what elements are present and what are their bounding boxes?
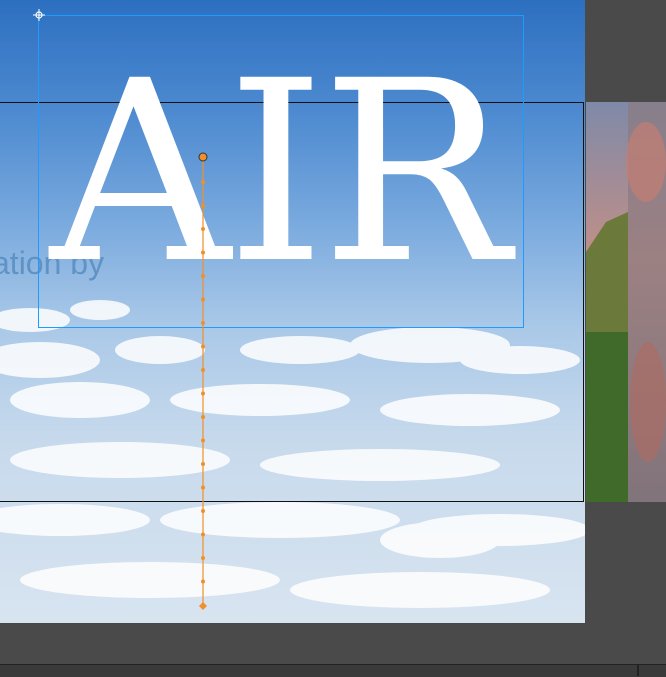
- motion-path-keyframe-dot[interactable]: [201, 438, 205, 443]
- motion-path-keyframe-dot[interactable]: [201, 321, 205, 325]
- motion-path-keyframe-dot[interactable]: [201, 391, 205, 396]
- motion-path-keyframe-dot[interactable]: [201, 415, 205, 419]
- motion-path-anchor-icon: [198, 152, 208, 162]
- motion-path-keyframe-dot[interactable]: [201, 274, 205, 278]
- motion-path-keyframe-dot[interactable]: [201, 227, 205, 231]
- motion-path-keyframe-dot[interactable]: [201, 344, 205, 349]
- adjacent-photo-strip[interactable]: [586, 102, 666, 502]
- stage-canvas[interactable]: ation by AIR: [0, 0, 585, 623]
- motion-path-end-icon: [199, 602, 207, 610]
- motion-path-keyframe-dot[interactable]: [201, 203, 205, 208]
- status-bar: [0, 664, 666, 677]
- motion-path-keyframe-dot[interactable]: [201, 579, 205, 584]
- motion-path-keyframe-dot[interactable]: [201, 509, 205, 513]
- motion-path-keyframe-dot[interactable]: [201, 368, 205, 372]
- landscape-thumbnail: [586, 102, 666, 502]
- motion-path-keyframe-dot[interactable]: [201, 180, 205, 184]
- motion-path-keyframe-dot[interactable]: [201, 297, 205, 302]
- motion-path-keyframe-dot[interactable]: [201, 250, 205, 255]
- status-bar-divider: [637, 665, 639, 676]
- motion-path-keyframe-dot[interactable]: [201, 462, 205, 466]
- motion-path-keyframe-dot[interactable]: [201, 485, 205, 490]
- motion-path-keyframe-dot[interactable]: [201, 532, 205, 537]
- motion-path-keyframe-dot[interactable]: [201, 556, 205, 560]
- motion-path[interactable]: [0, 0, 585, 623]
